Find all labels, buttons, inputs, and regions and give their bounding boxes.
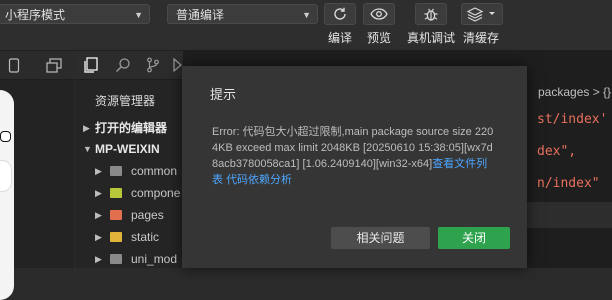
folder-label: common	[131, 164, 178, 178]
folder-icon	[110, 166, 122, 176]
code-line: n/index"	[537, 176, 600, 191]
refresh-icon	[334, 7, 346, 20]
project-root[interactable]: ▼ MP-WEIXIN	[75, 138, 182, 160]
chevron-down-icon: ▼	[134, 10, 143, 20]
folder-row-pages[interactable]: ▶ pages	[75, 204, 182, 226]
phone-preview	[0, 90, 14, 300]
remote-debug-button[interactable]	[415, 3, 447, 25]
chevron-down-icon: ▼	[302, 10, 311, 20]
activity-bar	[75, 51, 182, 80]
close-button[interactable]: 关闭	[438, 227, 510, 249]
folder-label: compone	[131, 186, 181, 200]
explorer-title: 资源管理器	[95, 94, 156, 108]
simulator-panel	[0, 80, 74, 300]
open-editors-label: 打开的编辑器	[95, 121, 168, 135]
files-icon[interactable]	[83, 57, 98, 73]
toolbar: 小程序模式 ▼ 普通编译 ▼ 编译 预览 真机调试 清缓存	[0, 0, 612, 51]
clear-cache-button[interactable]	[461, 3, 503, 25]
chevron-right-icon: ▶	[95, 232, 102, 242]
preview-label: 预览	[366, 31, 392, 45]
debug-icon[interactable]	[172, 57, 182, 73]
preview-button[interactable]	[363, 3, 395, 25]
clear-cache-label: 清缓存	[462, 31, 500, 45]
editor-line-highlight	[527, 202, 612, 228]
phone-icon[interactable]	[8, 58, 20, 73]
folder-row-uni-modules[interactable]: ▶ uni_mod	[75, 248, 182, 270]
folder-label: pages	[131, 208, 164, 222]
folder-icon	[110, 254, 122, 264]
open-editors-section[interactable]: ▶ 打开的编辑器	[75, 117, 182, 139]
capsule-button[interactable]	[0, 131, 11, 142]
related-issues-button[interactable]: 相关问题	[331, 227, 430, 249]
mode-select-value: 小程序模式	[5, 8, 66, 22]
project-name: MP-WEIXIN	[95, 142, 160, 156]
bug-icon	[424, 8, 438, 21]
components-folder-icon	[110, 188, 122, 198]
phone-content-block	[0, 160, 12, 192]
breadcrumb[interactable]: packages > {}	[538, 85, 611, 99]
simulator-toolbar	[0, 51, 74, 80]
pages-folder-icon	[110, 210, 122, 220]
dialog-message: Error: 代码包大小超过限制,main package source siz…	[212, 124, 494, 188]
error-dialog: 提示 Error: 代码包大小超过限制,main package source …	[182, 66, 527, 268]
chevron-right-icon: ▶	[95, 254, 102, 264]
dependency-analysis-link[interactable]: 代码依赖分析	[226, 174, 292, 186]
explorer-panel: 资源管理器 ▶ 打开的编辑器 ▼ MP-WEIXIN ▶ common ▶ co…	[75, 80, 182, 268]
folder-row-common[interactable]: ▶ common	[75, 160, 182, 182]
chevron-down-icon: ▼	[83, 144, 92, 154]
chevron-right-icon: ▶	[95, 188, 102, 198]
source-control-icon[interactable]	[146, 57, 160, 73]
compile-label: 编译	[327, 31, 353, 45]
compile-button[interactable]	[324, 3, 356, 25]
folder-row-static[interactable]: ▶ static	[75, 226, 182, 248]
folder-label: static	[131, 230, 160, 244]
layers-icon	[466, 7, 495, 22]
code-line: dex",	[537, 144, 577, 159]
code-line: st/index'	[537, 112, 608, 127]
compile-mode-select[interactable]: 普通编译 ▼	[167, 4, 318, 24]
chevron-right-icon: ▶	[95, 166, 102, 176]
chevron-right-icon: ▶	[83, 123, 90, 133]
compile-select-value: 普通编译	[176, 8, 225, 22]
folder-row-components[interactable]: ▶ compone	[75, 182, 182, 204]
search-icon[interactable]	[115, 57, 131, 73]
remote-debug-label: 真机调试	[406, 31, 456, 45]
mode-select[interactable]: 小程序模式 ▼	[0, 4, 150, 24]
folder-label: uni_mod	[131, 252, 178, 266]
static-folder-icon	[110, 232, 122, 242]
chevron-right-icon: ▶	[95, 210, 102, 220]
eye-icon	[370, 8, 388, 20]
dialog-title: 提示	[210, 87, 237, 102]
window-icon[interactable]	[46, 58, 62, 73]
